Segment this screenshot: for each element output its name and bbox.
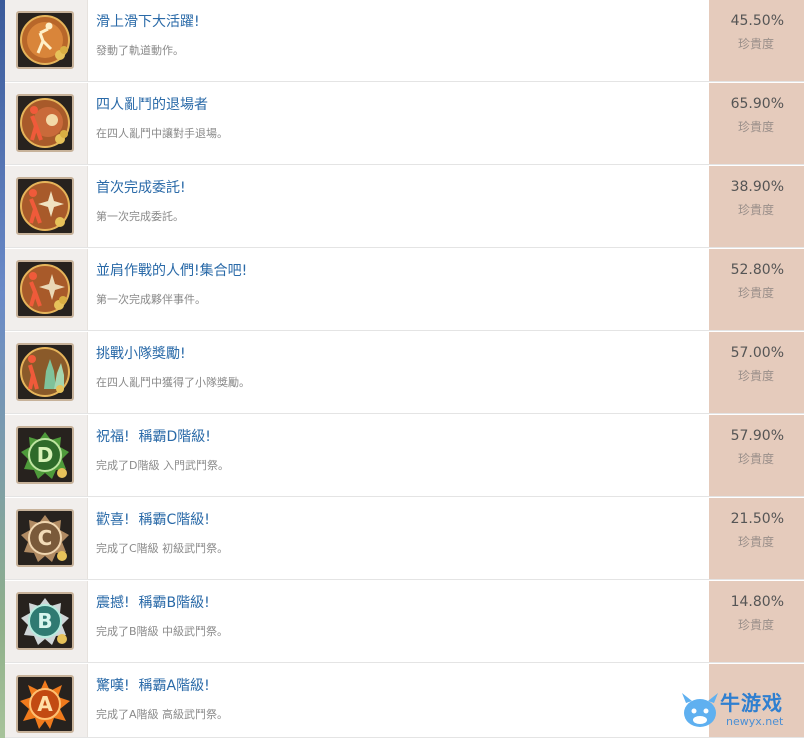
achievement-icon-cell — [5, 249, 88, 330]
achievement-list-page: 滑上滑下大活躍! 發動了軌道動作。 45.50% 珍貴度 四人亂鬥的退場者 在四… — [0, 0, 804, 738]
achievement-description: 第一次完成委託。 — [96, 210, 184, 223]
achievement-title: 驚嘆! 稱霸A階級! — [96, 678, 210, 694]
rarity-percent: 45.50% — [730, 13, 784, 29]
achievement-description: 在四人亂鬥中獲得了小隊獎勵。 — [96, 376, 250, 389]
achievement-row[interactable]: 首次完成委託! 第一次完成委託。 38.90% 珍貴度 — [5, 166, 804, 248]
rank-letter: C — [38, 526, 53, 550]
achievement-row[interactable]: 四人亂鬥的退場者 在四人亂鬥中讓對手退場。 65.90% 珍貴度 — [5, 83, 804, 165]
rarity-label: 珍貴度 — [737, 286, 774, 300]
rarity-cell: 52.80% 珍貴度 — [709, 249, 804, 330]
rarity-label: 珍貴度 — [737, 535, 774, 549]
achievement-row[interactable]: C 歡喜! 稱霸C階級! 完成了C階級 初級武鬥祭。 21.50% 珍貴度 — [5, 498, 804, 580]
achievement-title: 四人亂鬥的退場者 — [96, 97, 208, 113]
rarity-percent: 65.90% — [730, 96, 784, 112]
site-watermark: 牛游戏 newyx.net — [680, 683, 798, 735]
achievement-title: 挑戰小隊獎勵! — [96, 346, 186, 362]
rarity-cell: 38.90% 珍貴度 — [709, 166, 804, 247]
rarity-percent: 21.50% — [730, 511, 784, 527]
rarity-percent: 57.90% — [730, 428, 784, 444]
achievement-icon-cell: B — [5, 581, 88, 662]
rank-letter: D — [37, 443, 54, 467]
achievement-description: 完成了A階級 高級武鬥祭。 — [96, 708, 229, 721]
watermark-url: newyx.net — [726, 715, 784, 728]
rarity-label: 珍貴度 — [737, 37, 774, 51]
achievement-title: 震撼! 稱霸B階級! — [96, 595, 210, 611]
rarity-label: 珍貴度 — [737, 452, 774, 466]
rarity-label: 珍貴度 — [737, 120, 774, 134]
achievement-description: 在四人亂鬥中讓對手退場。 — [96, 127, 228, 140]
rarity-percent: 52.80% — [730, 262, 784, 278]
achievement-description: 第一次完成夥伴事件。 — [96, 293, 206, 306]
rarity-cell: 45.50% 珍貴度 — [709, 0, 804, 81]
achievement-row[interactable]: D 祝福! 稱霸D階級! 完成了D階級 入門武鬥祭。 57.90% 珍貴度 — [5, 415, 804, 497]
rarity-cell: 21.50% 珍貴度 — [709, 498, 804, 579]
shuriken-figure-icon — [16, 177, 74, 235]
achievement-title: 首次完成委託! — [96, 180, 186, 196]
achievement-description: 發動了軌道動作。 — [96, 44, 184, 57]
achievement-row[interactable]: 挑戰小隊獎勵! 在四人亂鬥中獲得了小隊獎勵。 57.00% 珍貴度 — [5, 332, 804, 414]
rank-a-icon: A — [16, 675, 74, 733]
rarity-label: 珍貴度 — [737, 369, 774, 383]
rank-c-icon: C — [16, 509, 74, 567]
achievement-row[interactable]: 並肩作戰的人們!集合吧! 第一次完成夥伴事件。 52.80% 珍貴度 — [5, 249, 804, 331]
rarity-percent: 14.80% — [730, 594, 784, 610]
achievement-icon-cell: D — [5, 415, 88, 496]
achievement-icon-cell — [5, 0, 88, 81]
rarity-percent: 38.90% — [730, 179, 784, 195]
team-reward-icon — [16, 343, 74, 401]
watermark-name: 牛游戏 — [720, 691, 783, 715]
rank-d-icon: D — [16, 426, 74, 484]
achievement-icon-cell — [5, 166, 88, 247]
achievement-title: 歡喜! 稱霸C階級! — [96, 512, 210, 528]
rarity-percent: 57.00% — [730, 345, 784, 361]
achievement-description: 完成了C階級 初級武鬥祭。 — [96, 542, 229, 555]
rank-letter: B — [37, 609, 52, 633]
achievement-icon-cell: C — [5, 498, 88, 579]
achievement-icon-cell — [5, 332, 88, 413]
achievement-row[interactable]: 滑上滑下大活躍! 發動了軌道動作。 45.50% 珍貴度 — [5, 0, 804, 82]
rank-b-icon: B — [16, 592, 74, 650]
achievement-description: 完成了D階級 入門武鬥祭。 — [96, 459, 229, 472]
achievement-title: 祝福! 稱霸D階級! — [96, 429, 211, 445]
rarity-cell: 65.90% 珍貴度 — [709, 83, 804, 164]
rarity-cell: 57.90% 珍貴度 — [709, 415, 804, 496]
rarity-label: 珍貴度 — [737, 203, 774, 217]
partners-icon — [16, 260, 74, 318]
skate-figure-icon — [16, 11, 74, 69]
rarity-cell: 57.00% 珍貴度 — [709, 332, 804, 413]
rank-letter: A — [37, 692, 53, 716]
rarity-cell: 14.80% 珍貴度 — [709, 581, 804, 662]
achievement-title: 滑上滑下大活躍! — [96, 14, 200, 30]
achievement-row[interactable]: B 震撼! 稱霸B階級! 完成了B階級 中級武鬥祭。 14.80% 珍貴度 — [5, 581, 804, 663]
achievement-description: 完成了B階級 中級武鬥祭。 — [96, 625, 229, 638]
achievement-icon-cell — [5, 83, 88, 164]
achievement-icon-cell: A — [5, 664, 88, 737]
rarity-label: 珍貴度 — [737, 618, 774, 632]
brawl-exit-icon — [16, 94, 74, 152]
achievement-title: 並肩作戰的人們!集合吧! — [96, 263, 248, 279]
bull-mascot-icon — [682, 693, 718, 727]
